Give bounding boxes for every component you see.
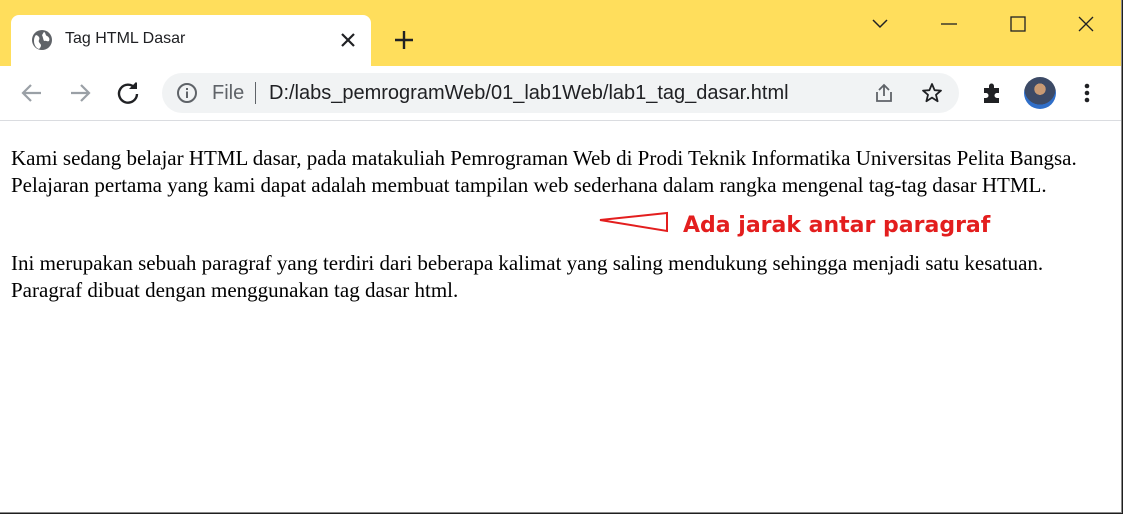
- minimize-button[interactable]: [929, 8, 969, 40]
- url-text[interactable]: D:/labs_pemrogramWeb/01_lab1Web/lab1_tag…: [269, 82, 789, 105]
- tab-strip: Tag HTML Dasar: [0, 0, 1121, 66]
- arrow-left-icon: [599, 211, 668, 233]
- reload-icon[interactable]: [114, 79, 142, 107]
- maximize-button[interactable]: [998, 8, 1038, 40]
- kebab-menu-icon[interactable]: [1073, 79, 1101, 107]
- tab-title: Tag HTML Dasar: [65, 30, 186, 47]
- arrow-left-icon[interactable]: [18, 79, 46, 107]
- chevron-down-icon: [872, 19, 888, 29]
- page-content: Kami sedang belajar HTML dasar, pada mat…: [0, 121, 1121, 512]
- maximize-icon: [1010, 16, 1026, 32]
- tab-active[interactable]: Tag HTML Dasar: [11, 15, 371, 66]
- divider: [255, 82, 256, 104]
- share-icon[interactable]: [872, 81, 896, 105]
- toolbar: File D:/labs_pemrogramWeb/01_lab1Web/lab…: [0, 66, 1121, 121]
- star-icon[interactable]: [920, 81, 944, 105]
- window-close-button[interactable]: [1066, 8, 1106, 40]
- puzzle-icon[interactable]: [978, 79, 1006, 107]
- info-icon[interactable]: [176, 82, 198, 104]
- browser-window: Tag HTML Dasar File D:/labs_pemrogramWeb…: [0, 0, 1122, 513]
- address-bar[interactable]: File D:/labs_pemrogramWeb/01_lab1Web/lab…: [162, 73, 959, 113]
- scheme-label: File: [212, 82, 245, 104]
- tab-search-button[interactable]: [860, 8, 900, 40]
- minimize-icon: [941, 23, 957, 25]
- paragraph-2: Ini merupakan sebuah paragraf yang terdi…: [11, 251, 1044, 302]
- arrow-right-icon[interactable]: [66, 79, 94, 107]
- annotation-label: Ada jarak antar paragraf: [683, 213, 991, 238]
- close-icon[interactable]: [337, 29, 359, 51]
- plus-icon[interactable]: [390, 26, 418, 54]
- close-icon: [1078, 16, 1094, 32]
- globe-icon: [32, 30, 52, 50]
- avatar[interactable]: [1024, 77, 1056, 109]
- paragraph-1: Kami sedang belajar HTML dasar, pada mat…: [11, 146, 1077, 197]
